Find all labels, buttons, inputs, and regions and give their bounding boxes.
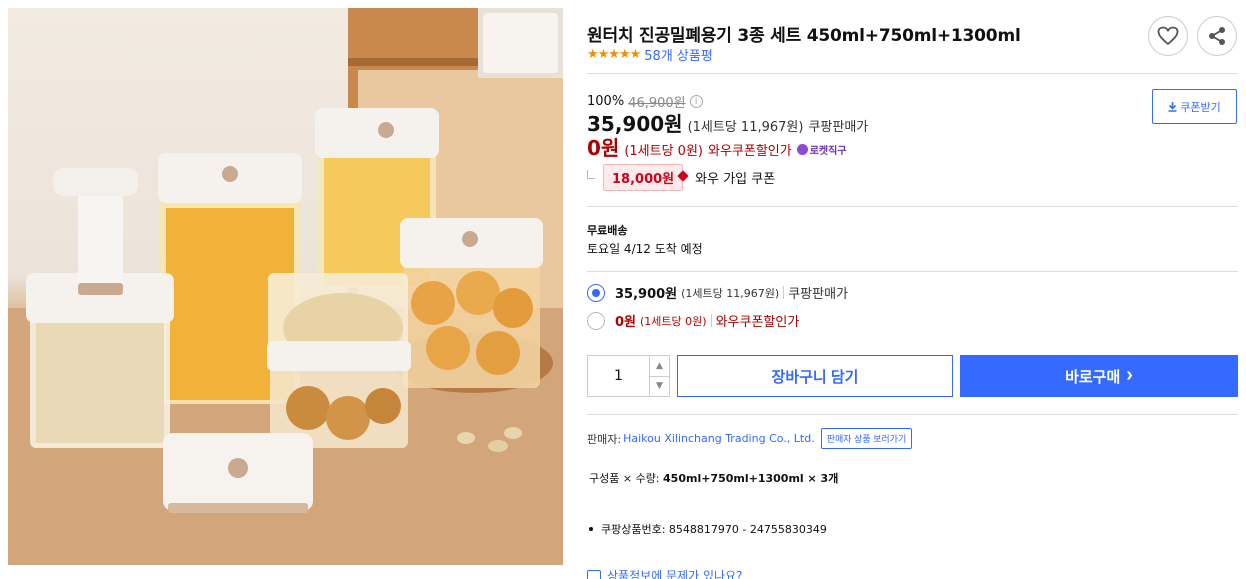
composition-value: 450ml+750ml+1300ml × 3개 — [663, 472, 839, 485]
rocket-label: 로켓직구 — [809, 146, 847, 157]
quantity-decrease-button[interactable]: ▼ — [650, 375, 669, 397]
option-radio[interactable] — [587, 311, 605, 330]
info-icon[interactable]: i — [689, 95, 703, 108]
buy-now-button[interactable]: 바로구매 › — [960, 355, 1238, 397]
shipping-label: 무료배송 — [587, 224, 628, 237]
option-unit-price: (1세트당 11,967원) — [681, 286, 780, 300]
wow-coupon-amount: 18,000원 — [603, 164, 684, 191]
option-type: 와우쿠폰할인가 — [715, 315, 800, 330]
report-issue-label: 상품정보에 문제가 있나요? — [607, 569, 743, 579]
share-button[interactable] — [1197, 16, 1237, 56]
share-icon — [1209, 27, 1225, 45]
price-option-sale[interactable]: 35,900원 (1세트당 11,967원) 쿠팡판매가 — [587, 283, 848, 302]
quantity-stepper[interactable]: ▲ ▼ — [587, 355, 670, 397]
option-price: 0원 — [615, 315, 637, 330]
bullet-icon — [589, 527, 593, 531]
coupon-price-type: 와우쿠폰할인가 — [708, 144, 792, 159]
elbow-connector — [587, 170, 595, 179]
download-icon — [1168, 101, 1177, 112]
composition-label: 구성품 × 수량: — [589, 472, 660, 485]
wow-coupon-line: 18,000원 와우 가입 쿠폰 — [587, 164, 775, 191]
coupon-unit-price: (1세트당 0원) — [624, 144, 703, 159]
option-separator — [710, 314, 712, 327]
rocket-badge: 로켓직구 — [796, 142, 847, 157]
download-coupon-button[interactable]: 쿠폰받기 — [1152, 89, 1237, 124]
wow-coupon-label: 와우 가입 쿠폰 — [695, 172, 776, 187]
coupon-button-label: 쿠폰받기 — [1180, 101, 1221, 114]
rating-summary[interactable]: ★★★★★ 58개 상품평 — [587, 45, 713, 64]
option-type: 쿠팡판매가 — [788, 287, 849, 302]
wishlist-button[interactable] — [1148, 16, 1188, 56]
buy-now-label: 바로구매 — [1065, 368, 1121, 386]
product-photo-illustration — [8, 8, 563, 565]
seller-info: 판매자: Haikou Xilinchang Trading Co., Ltd.… — [587, 428, 913, 449]
report-icon — [587, 569, 601, 579]
price-option-coupon[interactable]: 0원 (1세트당 0원) 와우쿠폰할인가 — [587, 311, 799, 330]
composition-line: 구성품 × 수량: 450ml+750ml+1300ml × 3개 — [589, 470, 838, 486]
rocket-icon — [796, 144, 808, 155]
product-number-item: 쿠팡상품번호: 8548817970 - 24755830349 — [589, 521, 827, 537]
option-separator — [783, 286, 785, 299]
product-info-panel: 원터치 진공밀폐용기 3종 세트 450ml+750ml+1300ml ★★★★… — [587, 0, 1238, 579]
coupon-price-line: 0원 (1세트당 0원) 와우쿠폰할인가 로켓직구 — [587, 132, 847, 161]
header-divider — [587, 73, 1238, 74]
add-to-cart-button[interactable]: 장바구니 담기 — [677, 355, 953, 397]
shipping-divider — [587, 271, 1238, 272]
product-image[interactable] — [8, 8, 563, 565]
seller-products-button[interactable]: 판매자 상품 보러가기 — [820, 428, 913, 449]
option-radio-selected[interactable] — [587, 283, 605, 302]
price-divider — [587, 206, 1238, 207]
review-count-link[interactable]: 58개 상품평 — [644, 45, 713, 64]
option-unit-price: (1세트당 0원) — [640, 314, 707, 328]
option-price: 35,900원 — [615, 287, 678, 302]
seller-name-link[interactable]: Haikou Xilinchang Trading Co., Ltd. — [623, 432, 815, 445]
coupon-price: 0원 — [587, 136, 620, 160]
product-title: 원터치 진공밀폐용기 3종 세트 450ml+750ml+1300ml — [587, 26, 1021, 46]
purchase-divider — [587, 414, 1238, 415]
product-number: 쿠팡상품번호: 8548817970 - 24755830349 — [601, 523, 827, 536]
rating-stars: ★★★★★ — [587, 47, 641, 62]
heart-icon — [1157, 26, 1179, 46]
seller-prefix: 판매자: — [587, 432, 622, 446]
quantity-increase-button[interactable]: ▲ — [650, 356, 669, 376]
chevron-right-icon: › — [1126, 363, 1133, 386]
quantity-step-buttons: ▲ ▼ — [649, 356, 669, 396]
arrival-date: 토요일 4/12 도착 예정 — [587, 242, 703, 256]
discount-rate: 100% — [587, 94, 625, 109]
report-issue-link[interactable]: 상품정보에 문제가 있나요? — [587, 567, 742, 579]
quantity-input[interactable] — [588, 356, 649, 396]
